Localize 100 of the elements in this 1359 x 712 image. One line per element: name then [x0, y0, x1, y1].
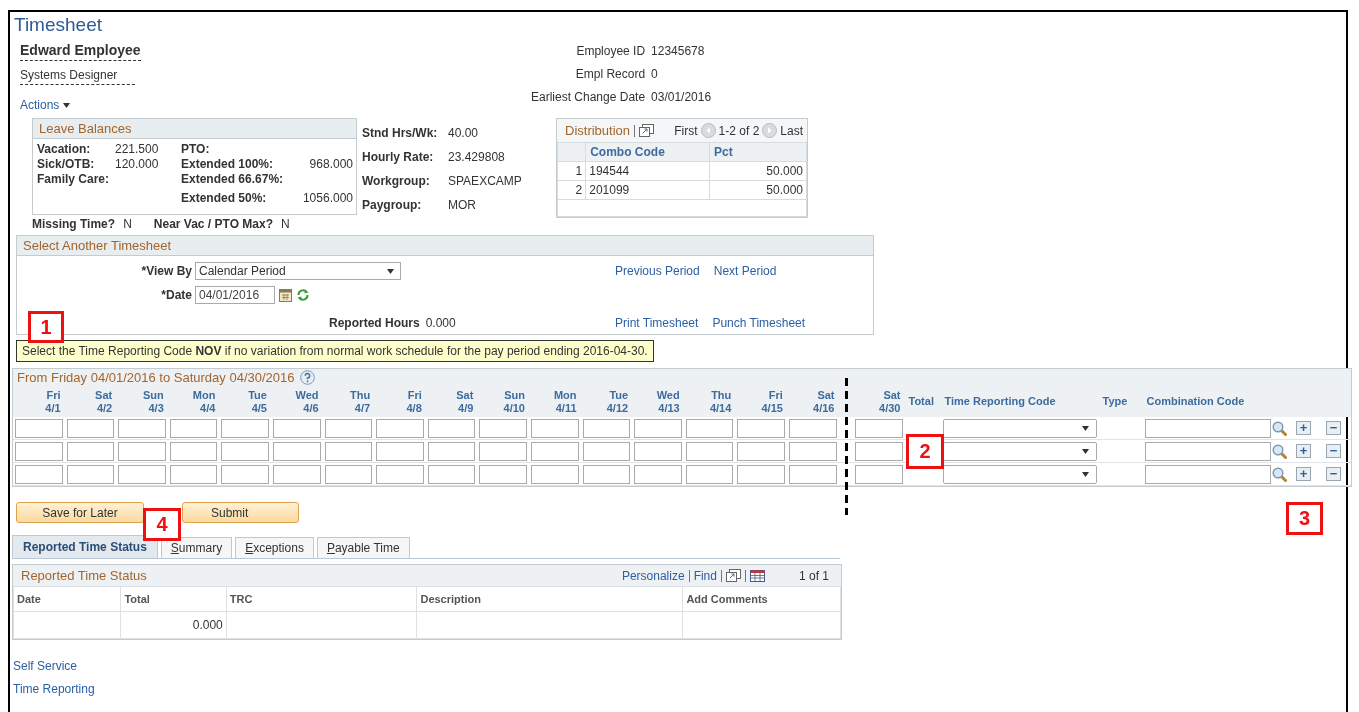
- add-row-button[interactable]: +: [1296, 421, 1311, 435]
- hours-input[interactable]: [169, 418, 218, 438]
- hours-input[interactable]: [530, 464, 579, 484]
- delete-row-button[interactable]: −: [1326, 467, 1341, 481]
- hours-input[interactable]: [376, 441, 424, 461]
- view-by-dropdown[interactable]: Calendar Period: [195, 262, 401, 280]
- hours-input[interactable]: [272, 464, 321, 484]
- hours-input[interactable]: [479, 418, 527, 438]
- balance-label: Extended 100%:: [181, 157, 275, 171]
- column-header: Date: [13, 586, 121, 612]
- delete-row-button[interactable]: −: [1326, 421, 1341, 435]
- search-icon[interactable]: [1271, 443, 1287, 459]
- hours-input[interactable]: [376, 418, 424, 438]
- hours-input[interactable]: [427, 418, 476, 438]
- hours-input[interactable]: [427, 441, 476, 461]
- hours-input[interactable]: [66, 441, 115, 461]
- hours-input[interactable]: [737, 418, 785, 438]
- new-window-icon[interactable]: [639, 124, 655, 137]
- delete-row-button[interactable]: −: [1326, 444, 1341, 458]
- refresh-icon[interactable]: [296, 288, 310, 302]
- column-header: Wed 4/13: [655, 387, 681, 416]
- find-link[interactable]: Find: [693, 568, 717, 583]
- first-link[interactable]: First: [674, 123, 698, 138]
- hours-input[interactable]: [854, 441, 903, 461]
- hours-input[interactable]: [272, 441, 321, 461]
- date-field[interactable]: 04/01/2016: [195, 286, 275, 304]
- hours-input[interactable]: [685, 418, 734, 438]
- hours-input[interactable]: [634, 441, 682, 461]
- hours-input[interactable]: [788, 418, 837, 438]
- search-icon[interactable]: [1271, 420, 1287, 436]
- add-row-button[interactable]: +: [1296, 467, 1311, 481]
- hours-input[interactable]: [479, 441, 527, 461]
- previous-period-link[interactable]: Previous Period: [615, 264, 700, 278]
- hours-input[interactable]: [788, 464, 837, 484]
- column-header: Pct: [709, 142, 807, 162]
- hours-input[interactable]: [324, 464, 373, 484]
- hours-input[interactable]: [169, 464, 218, 484]
- callout-number: 2: [906, 434, 944, 469]
- hours-input[interactable]: [737, 441, 785, 461]
- search-icon[interactable]: [1271, 466, 1287, 482]
- hours-input[interactable]: [324, 418, 373, 438]
- actions-menu[interactable]: Actions: [20, 98, 71, 112]
- column-header: Sat 4/16: [812, 387, 836, 416]
- hours-input[interactable]: [15, 441, 63, 461]
- add-row-button[interactable]: +: [1296, 444, 1311, 458]
- column-header: Time Reporting Code: [943, 394, 1057, 409]
- hours-input[interactable]: [530, 418, 579, 438]
- hours-input[interactable]: [854, 418, 903, 438]
- hours-input[interactable]: [788, 441, 837, 461]
- grid-icon[interactable]: [749, 569, 765, 582]
- tab[interactable]: Summary: [160, 537, 233, 558]
- hours-input[interactable]: [118, 464, 166, 484]
- hours-input[interactable]: [582, 418, 631, 438]
- combination-code-field[interactable]: [1144, 418, 1271, 438]
- hours-input[interactable]: [737, 464, 785, 484]
- hours-input[interactable]: [634, 464, 682, 484]
- hours-input[interactable]: [118, 441, 166, 461]
- time-reporting-code-dropdown[interactable]: [942, 418, 1097, 438]
- hours-input[interactable]: [221, 464, 269, 484]
- personalize-link[interactable]: Personalize: [621, 568, 685, 583]
- submit-button[interactable]: Submit: [182, 502, 299, 523]
- tab[interactable]: Exceptions: [235, 537, 314, 558]
- combination-code-field[interactable]: [1144, 464, 1271, 484]
- hours-input[interactable]: [634, 418, 682, 438]
- hours-input[interactable]: [221, 441, 269, 461]
- hours-input[interactable]: [479, 464, 527, 484]
- hours-input[interactable]: [376, 464, 424, 484]
- breadcrumb-link[interactable]: Self Service: [13, 659, 78, 673]
- tab[interactable]: Reported Time Status: [12, 535, 158, 558]
- hours-input[interactable]: [427, 464, 476, 484]
- save-for-later-button[interactable]: Save for Later: [16, 502, 144, 523]
- hours-input[interactable]: [582, 441, 631, 461]
- hours-input[interactable]: [854, 464, 903, 484]
- breadcrumb-link[interactable]: Time Reporting: [13, 682, 95, 696]
- balance-value: 968.000: [308, 157, 353, 171]
- hours-input[interactable]: [685, 441, 734, 461]
- calendar-icon[interactable]: [279, 288, 292, 302]
- hours-input[interactable]: [221, 418, 269, 438]
- punch-timesheet-link[interactable]: Punch Timesheet: [712, 316, 806, 330]
- next-period-link[interactable]: Next Period: [713, 264, 777, 278]
- hours-input[interactable]: [66, 418, 115, 438]
- time-reporting-code-dropdown[interactable]: [942, 441, 1097, 461]
- hours-input[interactable]: [15, 464, 63, 484]
- hours-input[interactable]: [685, 464, 734, 484]
- hours-input[interactable]: [272, 418, 321, 438]
- print-timesheet-link[interactable]: Print Timesheet: [615, 316, 699, 330]
- combination-code-field[interactable]: [1144, 441, 1271, 461]
- hours-input[interactable]: [582, 464, 631, 484]
- new-window-icon[interactable]: [725, 569, 741, 582]
- hours-input[interactable]: [118, 418, 166, 438]
- hours-input[interactable]: [169, 441, 218, 461]
- tab[interactable]: Payable Time: [316, 537, 410, 558]
- table-cell: 194544: [585, 161, 710, 181]
- hours-input[interactable]: [66, 464, 115, 484]
- hours-input[interactable]: [15, 418, 63, 438]
- hours-input[interactable]: [530, 441, 579, 461]
- hours-input[interactable]: [324, 441, 373, 461]
- time-reporting-code-dropdown[interactable]: [942, 464, 1097, 484]
- help-icon[interactable]: [299, 370, 315, 385]
- last-link[interactable]: Last: [780, 123, 803, 138]
